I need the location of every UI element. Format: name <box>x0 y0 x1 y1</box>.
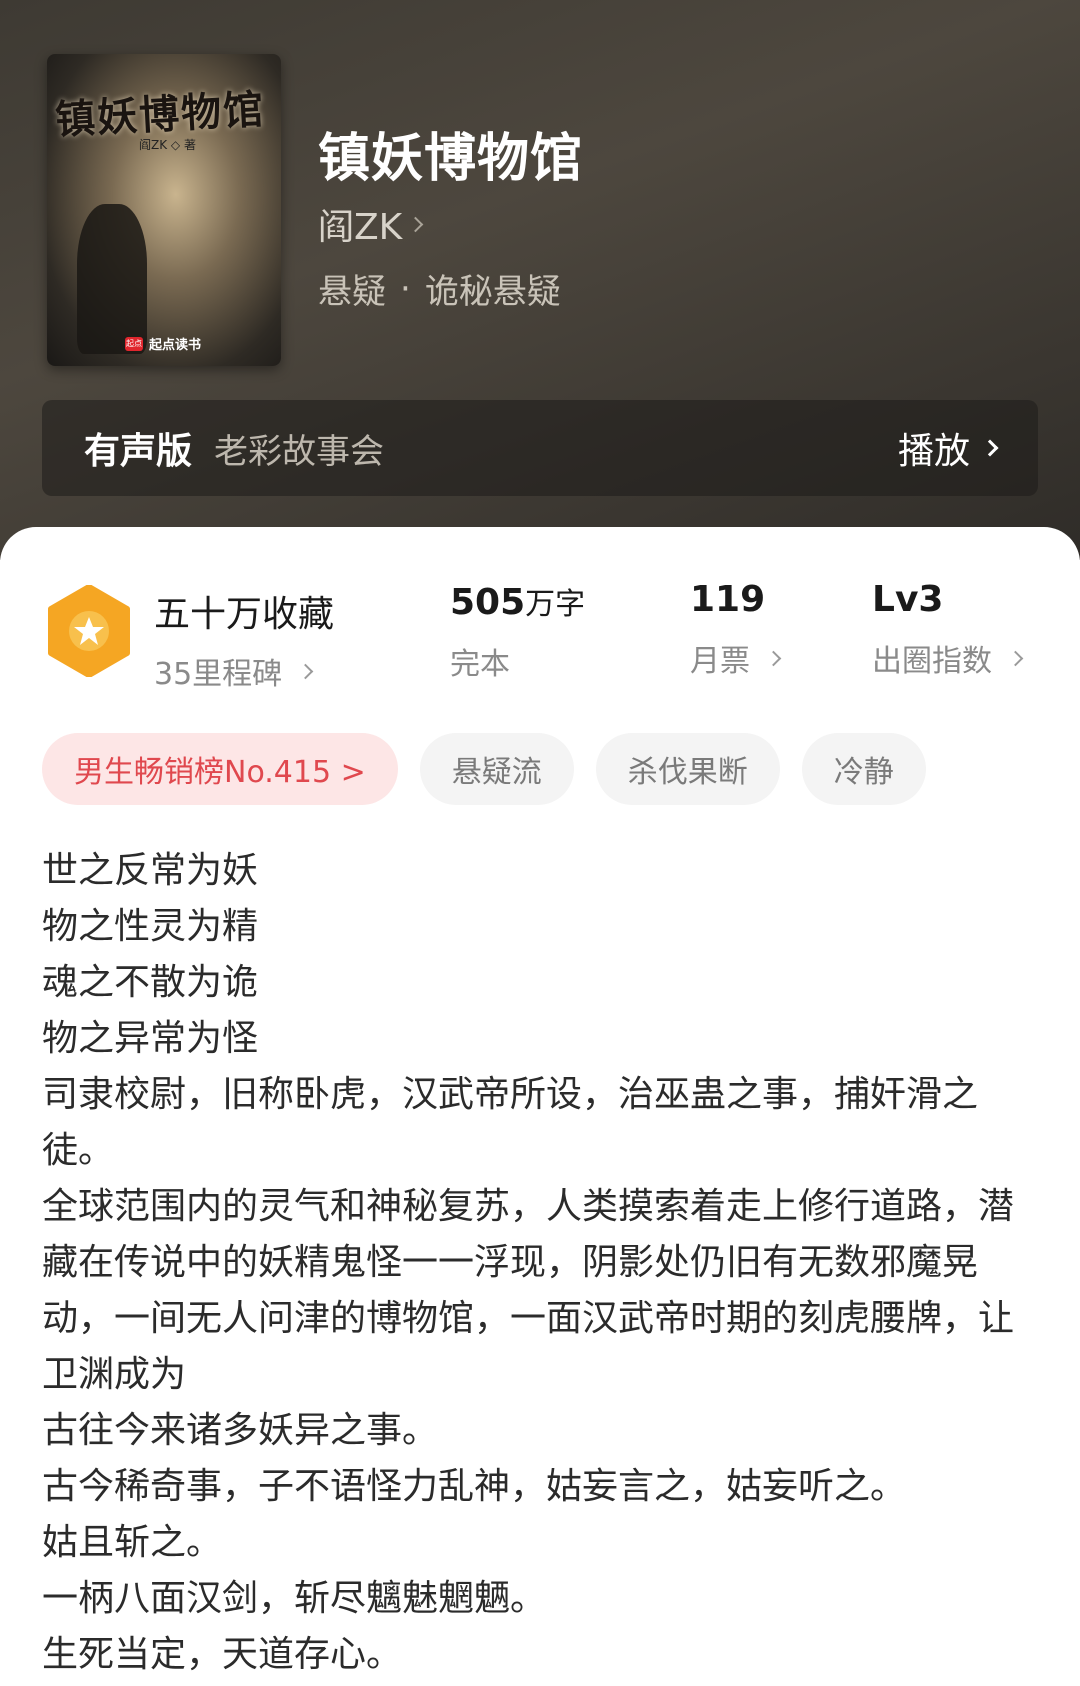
synopsis-line: 古今稀奇事，子不语怪力乱神，姑妄言之，姑妄听之。 <box>42 1466 907 1507</box>
book-synopsis[interactable]: 世之反常为妖 物之性灵为精 魂之不散为诡 物之异常为怪 司隶校尉，旧称卧虎，汉武… <box>42 843 1032 1683</box>
publisher-name: 起点读书 <box>149 338 202 353</box>
audio-narrator: 老彩故事会 <box>214 431 385 472</box>
stats-row: 五十万收藏 35里程碑 505万字 完本 119 月票 Lv3 出圈指数 <box>0 575 1080 692</box>
subgenre-label[interactable]: 诡秘悬疑 <box>425 264 561 313</box>
publisher-badge: 起点 <box>125 336 143 351</box>
play-label: 播放 <box>897 431 970 472</box>
author-name: 阎ZK <box>318 207 403 248</box>
synopsis-line: 姑且斩之。 <box>42 1522 223 1563</box>
book-header: 镇妖博物馆 阎ZK ◇ 著 起点 起点读书 镇妖博物馆 阎ZK 悬疑 · 诡秘悬… <box>0 0 1080 560</box>
synopsis-line: 古往今来诸多妖异之事。 <box>42 1410 439 1451</box>
monthly-tickets-count: 119 <box>690 579 766 620</box>
status-label: 完本 <box>450 647 510 682</box>
rank-tag[interactable]: 男生畅销榜No.415 > <box>42 733 398 805</box>
synopsis-line: 物之性灵为精 <box>42 906 259 947</box>
book-title: 镇妖博物馆 <box>318 128 584 189</box>
synopsis-line: 全球范围内的灵气和神秘复苏，人类摸索着走上修行道路，潜藏在传说中的妖精鬼怪一一浮… <box>42 1186 1015 1395</box>
word-count-unit: 万字 <box>525 587 586 622</box>
chevron-right-icon <box>981 439 999 457</box>
cover-author: 阎ZK ◇ 著 <box>139 138 196 152</box>
genre-separator: · <box>400 268 411 309</box>
level-label: 出圈指数 <box>872 644 992 679</box>
chevron-right-icon <box>408 216 424 232</box>
word-count: 505万字 <box>450 579 585 623</box>
milestone-link[interactable]: 35里程碑 <box>154 649 334 693</box>
synopsis-line: 司隶校尉，旧称卧虎，汉武帝所设，治巫蛊之事，捕奸滑之徒。 <box>42 1074 979 1171</box>
level-link[interactable]: 出圈指数 <box>872 636 1024 680</box>
synopsis-line: 世之反常为妖 <box>42 850 259 891</box>
tag-item[interactable]: 杀伐果断 <box>595 733 780 805</box>
word-count-stat: 505万字 完本 <box>450 579 585 683</box>
star-hexagon-icon <box>48 585 130 677</box>
book-cover[interactable]: 镇妖博物馆 阎ZK ◇ 著 起点 起点读书 <box>47 54 281 366</box>
milestone-label: 35里程碑 <box>154 657 283 692</box>
publisher-logo: 起点 起点读书 <box>125 334 201 353</box>
play-button[interactable]: 播放 <box>897 422 999 474</box>
synopsis-line: 生死当定，天道存心。 <box>42 1634 403 1675</box>
synopsis-line: 一柄八面汉剑，斩尽魑魅魍魉。 <box>42 1578 547 1619</box>
genre-row: 悬疑 · 诡秘悬疑 <box>318 264 561 313</box>
synopsis-line: 物之异常为怪 <box>42 1018 259 1059</box>
level-stat[interactable]: Lv3 出圈指数 <box>872 579 1024 680</box>
level-value: Lv3 <box>872 579 944 620</box>
tag-list: 男生畅销榜No.415 > 悬疑流 杀伐果断 冷静 <box>42 733 926 805</box>
favorites-stat[interactable]: 五十万收藏 35里程碑 <box>154 585 334 693</box>
audio-version-bar[interactable]: 有声版 老彩故事会 播放 <box>42 400 1038 496</box>
chevron-right-icon <box>297 663 314 679</box>
tag-item[interactable]: 冷静 <box>801 733 926 805</box>
word-count-number: 505 <box>450 582 526 623</box>
monthly-tickets-label: 月票 <box>690 644 750 679</box>
favorites-count: 五十万收藏 <box>154 594 335 635</box>
genre-label[interactable]: 悬疑 <box>318 264 386 313</box>
monthly-tickets-link[interactable]: 月票 <box>690 636 782 680</box>
cover-figure <box>77 204 147 354</box>
author-link[interactable]: 阎ZK <box>318 198 424 250</box>
monthly-tickets-stat[interactable]: 119 月票 <box>690 579 782 680</box>
audio-label: 有声版 <box>84 431 193 472</box>
chevron-right-icon <box>765 650 782 666</box>
chevron-right-icon <box>1007 650 1024 666</box>
tag-item[interactable]: 悬疑流 <box>419 733 574 805</box>
synopsis-line: 魂之不散为诡 <box>42 962 259 1003</box>
